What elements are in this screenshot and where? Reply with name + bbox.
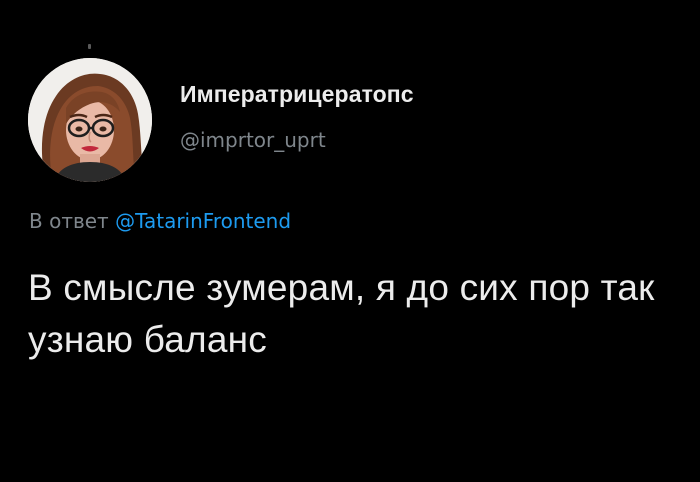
profile-photo-icon: [28, 58, 152, 182]
decorative-dot: [88, 44, 91, 49]
tweet-text: В смысле зумерам, я до сих пор так узнаю…: [28, 267, 655, 360]
author-display-name[interactable]: Императрицератопс: [180, 80, 414, 108]
reply-prefix: В ответ: [29, 209, 109, 233]
author-handle[interactable]: @imprtor_uprt: [180, 128, 414, 152]
tweet-card: Императрицератопс @imprtor_uprt В ответ …: [0, 0, 700, 482]
author-block: Императрицератопс @imprtor_uprt: [180, 80, 414, 152]
reply-to-link[interactable]: @TatarinFrontend: [115, 209, 291, 233]
avatar[interactable]: [28, 58, 152, 182]
reply-context: В ответ @TatarinFrontend: [29, 208, 291, 234]
